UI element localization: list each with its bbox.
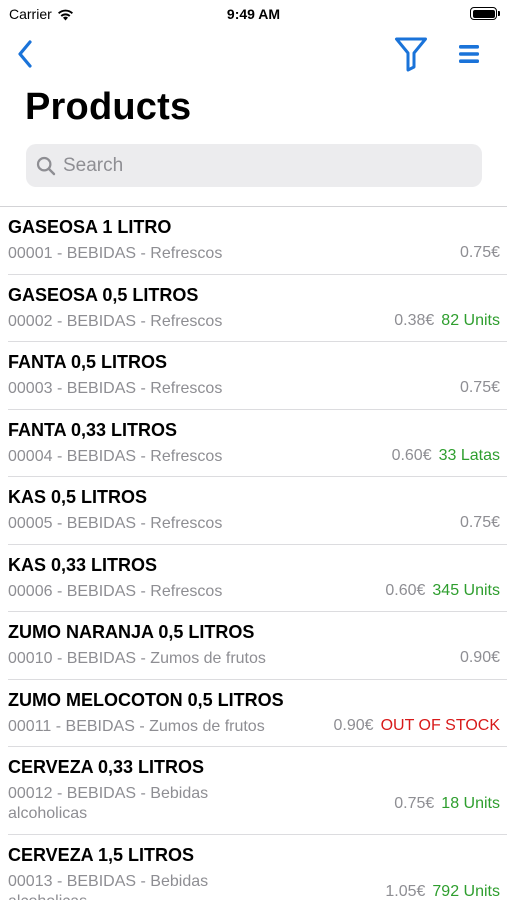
search-icon xyxy=(35,155,57,177)
product-name: CERVEZA 0,33 LITROS xyxy=(8,757,205,777)
product-detail-line: 00004 - BEBIDAS - Refrescos xyxy=(8,447,223,465)
product-row[interactable]: KAS 0,33 LITROS 00006 - BEBIDAS - Refresc… xyxy=(0,545,507,612)
filter-button[interactable] xyxy=(392,34,430,74)
product-row[interactable]: KAS 0,5 LITROS 00005 - BEBIDAS - Refresco… xyxy=(0,477,507,545)
search-bar[interactable] xyxy=(26,144,482,187)
product-price: 0.38€ xyxy=(394,311,435,329)
product-row[interactable]: CERVEZA 0,33 LITROS 00012 - BEBIDAS - Beb… xyxy=(0,747,507,835)
product-price-stock: 0.90€ OUT OF STOCK xyxy=(334,717,500,735)
product-detail: 00011 - BEBIDAS - Zumos de frutos xyxy=(8,717,265,737)
product-list: GASEOSA 1 LITRO 00001 - BEBIDAS - Refresc… xyxy=(0,207,507,900)
product-detail: 00006 - BEBIDAS - Refrescos xyxy=(8,582,222,602)
product-detail: 00003 - BEBIDAS - Refrescos xyxy=(8,379,222,399)
product-price: 0.75€ xyxy=(459,244,500,261)
product-price-stock: 0.75€ xyxy=(460,379,500,397)
back-button[interactable] xyxy=(10,36,40,72)
product-detail: 00013 - BEBIDAS - Bebidas alcoholicas xyxy=(8,872,208,900)
product-row[interactable]: GASEOSA 1 LITRO 00001 - BEBIDAS - Refresc… xyxy=(0,207,507,275)
product-price-stock: 0.75€ 18 Units xyxy=(394,795,500,813)
product-row[interactable]: FANTA 0,5 LITROS 00003 - BEBIDAS - Refres… xyxy=(0,342,507,410)
product-detail: 00004 - BEBIDAS - Refrescos xyxy=(8,447,222,467)
list-menu-icon xyxy=(459,45,479,63)
product-name: FANTA 0,33 LITROS xyxy=(8,419,178,440)
product-price-stock: 0.38€ 82 Units xyxy=(394,312,500,330)
product-name: GASEOSA 0,5 LITROS xyxy=(8,284,199,305)
product-detail-line: 00011 - BEBIDAS - Zumos de frutos xyxy=(8,717,265,735)
product-name: FANTA 0,5 LITROS xyxy=(8,352,168,372)
product-price-stock: 0.90€ xyxy=(460,649,500,667)
navigation-bar xyxy=(0,30,507,78)
product-detail-line: 00010 - BEBIDAS - Zumos de frutos xyxy=(8,650,266,667)
status-bar: Carrier 9:49 AM xyxy=(0,0,507,30)
product-price: 0.90€ xyxy=(459,649,500,666)
out-of-stock-label: OUT OF STOCK xyxy=(380,716,500,734)
product-price-stock: 0.75€ xyxy=(460,244,500,262)
chevron-left-icon xyxy=(18,40,32,68)
stock-quantity: 792 Units xyxy=(432,883,500,900)
product-row[interactable]: FANTA 0,33 LITROS 00004 - BEBIDAS - Refre… xyxy=(0,410,507,477)
product-price: 0.60€ xyxy=(391,446,432,464)
product-price: 0.60€ xyxy=(385,581,426,599)
product-detail-line: 00005 - BEBIDAS - Refrescos xyxy=(8,515,223,532)
product-detail-line: 00001 - BEBIDAS - Refrescos xyxy=(8,245,223,262)
product-detail: 00010 - BEBIDAS - Zumos de frutos xyxy=(8,649,266,669)
product-name: KAS 0,33 LITROS xyxy=(8,554,158,575)
stock-quantity: 33 Latas xyxy=(438,446,500,464)
product-price-stock: 0.75€ xyxy=(460,514,500,532)
product-name: KAS 0,5 LITROS xyxy=(8,487,148,507)
page-title: Products xyxy=(25,86,192,128)
product-detail-line: 00006 - BEBIDAS - Refrescos xyxy=(8,582,223,600)
product-name: CERVEZA 1,5 LITROS xyxy=(8,845,195,865)
product-detail: 00005 - BEBIDAS - Refrescos xyxy=(8,514,222,534)
stock-quantity: 82 Units xyxy=(441,311,500,329)
product-price-stock: 0.60€ 33 Latas xyxy=(392,447,500,465)
status-time: 9:49 AM xyxy=(226,6,281,22)
product-detail-line: 00012 - BEBIDAS - Bebidas xyxy=(8,785,209,802)
product-detail: 00002 - BEBIDAS - Refrescos xyxy=(8,312,222,332)
product-name: GASEOSA 1 LITRO xyxy=(8,217,172,237)
product-price-stock: 0.60€ 345 Units xyxy=(385,582,500,600)
stock-quantity: 18 Units xyxy=(441,795,500,812)
product-row[interactable]: GASEOSA 0,5 LITROS 00002 - BEBIDAS - Refr… xyxy=(0,275,507,342)
product-price: 0.90€ xyxy=(333,716,374,734)
filter-icon xyxy=(395,37,427,72)
product-name: ZUMO MELOCOTON 0,5 LITROS xyxy=(8,689,284,710)
product-price: 0.75€ xyxy=(459,379,500,396)
stock-quantity: 345 Units xyxy=(432,581,500,599)
product-name: ZUMO NARANJA 0,5 LITROS xyxy=(8,622,255,642)
product-detail-line: 00002 - BEBIDAS - Refrescos xyxy=(8,312,223,330)
battery-icon xyxy=(470,7,500,20)
product-detail-line: 00013 - BEBIDAS - Bebidas xyxy=(8,873,209,890)
product-row[interactable]: CERVEZA 1,5 LITROS 00013 - BEBIDAS - Bebi… xyxy=(0,835,507,900)
product-price: 0.75€ xyxy=(394,795,435,812)
product-detail-line: alcoholicas xyxy=(8,805,88,822)
product-price: 0.75€ xyxy=(459,514,500,531)
product-price-stock: 1.05€ 792 Units xyxy=(385,883,500,900)
product-detail: 00012 - BEBIDAS - Bebidas alcoholicas xyxy=(8,784,208,824)
menu-button[interactable] xyxy=(454,36,484,72)
search-input[interactable] xyxy=(63,154,463,177)
product-detail-line: alcoholicas xyxy=(8,892,208,900)
product-detail-line: 00003 - BEBIDAS - Refrescos xyxy=(8,380,223,397)
product-row[interactable]: ZUMO NARANJA 0,5 LITROS 00010 - BEBIDAS -… xyxy=(0,612,507,680)
product-price: 1.05€ xyxy=(385,883,426,900)
product-row[interactable]: ZUMO MELOCOTON 0,5 LITROS 00011 - BEBIDAS… xyxy=(0,680,507,747)
product-detail: 00001 - BEBIDAS - Refrescos xyxy=(8,244,222,264)
